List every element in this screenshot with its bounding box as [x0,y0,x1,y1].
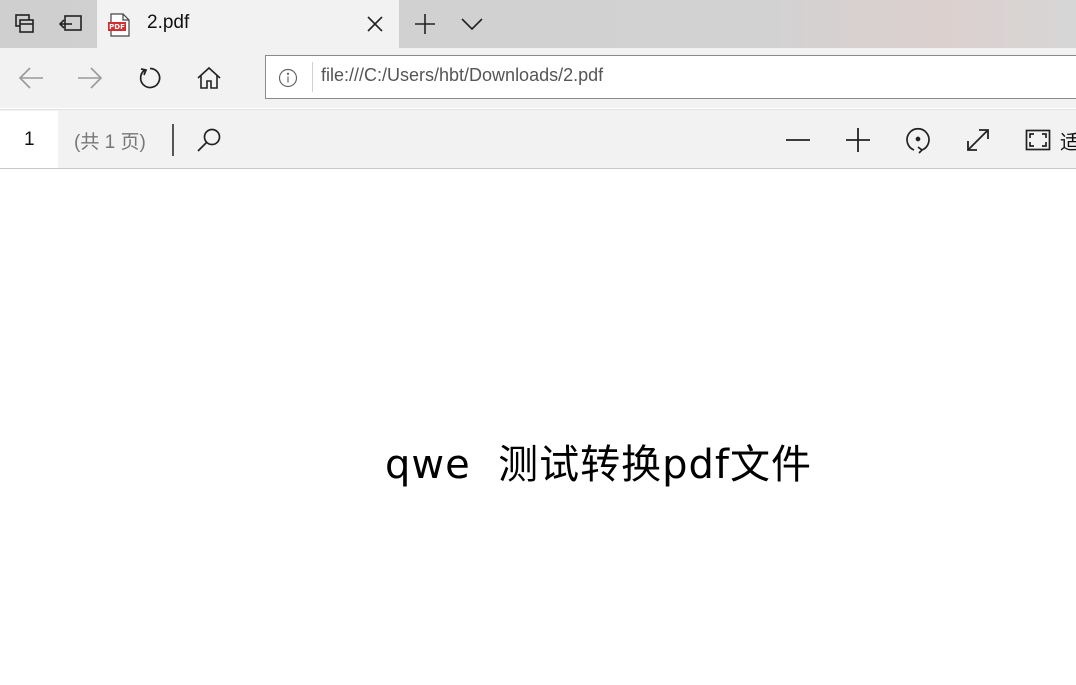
minus-icon [785,138,811,142]
toolbar-divider [172,124,174,156]
fit-page-icon [1025,129,1051,151]
page-count-label: (共 1 页) [74,132,146,153]
full-screen-button[interactable] [958,120,998,160]
search-button[interactable] [189,120,229,160]
pdf-toolbar: 1 (共 1 页) 适 [0,109,1076,169]
arrow-left-icon [18,67,44,89]
tab-preview-button[interactable] [2,0,48,48]
set-tabs-aside-button[interactable] [48,0,94,48]
refresh-icon [138,66,162,90]
fit-to-page-button[interactable] [1018,120,1058,160]
zoom-in-button[interactable] [838,120,878,160]
fit-label[interactable]: 适 [1060,126,1076,155]
tab-preview-icon [14,13,36,35]
back-button[interactable] [11,58,51,98]
set-aside-icon [59,13,83,35]
home-icon [197,66,221,90]
plus-icon [414,13,436,35]
tab-2-pdf[interactable]: PDF 2.pdf [97,0,399,48]
close-icon [367,16,383,32]
forward-button[interactable] [70,58,110,98]
zoom-out-button[interactable] [778,120,818,160]
home-button[interactable] [189,58,229,98]
address-bar[interactable]: file:///C:/Users/hbt/Downloads/2.pdf [265,55,1076,99]
pdf-page: qwe 测试转换pdf文件 [0,170,1076,685]
chevron-down-icon [461,17,483,31]
arrow-right-icon [77,67,103,89]
new-tab-button[interactable] [402,0,448,48]
rotate-button[interactable] [898,120,938,160]
url-text[interactable]: file:///C:/Users/hbt/Downloads/2.pdf [321,65,603,86]
document-text: qwe 测试转换pdf文件 [385,442,813,488]
pdf-icon-label: PDF [109,23,125,31]
tab-strip: PDF 2.pdf [0,0,1076,48]
navigation-bar: file:///C:/Users/hbt/Downloads/2.pdf [0,48,1076,108]
tab-title: 2.pdf [147,12,190,33]
rotate-icon [904,126,932,154]
plus-icon [845,127,871,153]
address-separator [312,62,313,92]
page-number-input[interactable]: 1 [0,111,58,168]
pdf-file-icon: PDF [108,13,132,37]
expand-icon [965,127,991,153]
tab-list-dropdown-button[interactable] [449,0,495,48]
close-tab-button[interactable] [361,10,389,38]
refresh-button[interactable] [130,58,170,98]
search-icon [196,127,222,153]
info-icon[interactable] [278,68,298,88]
